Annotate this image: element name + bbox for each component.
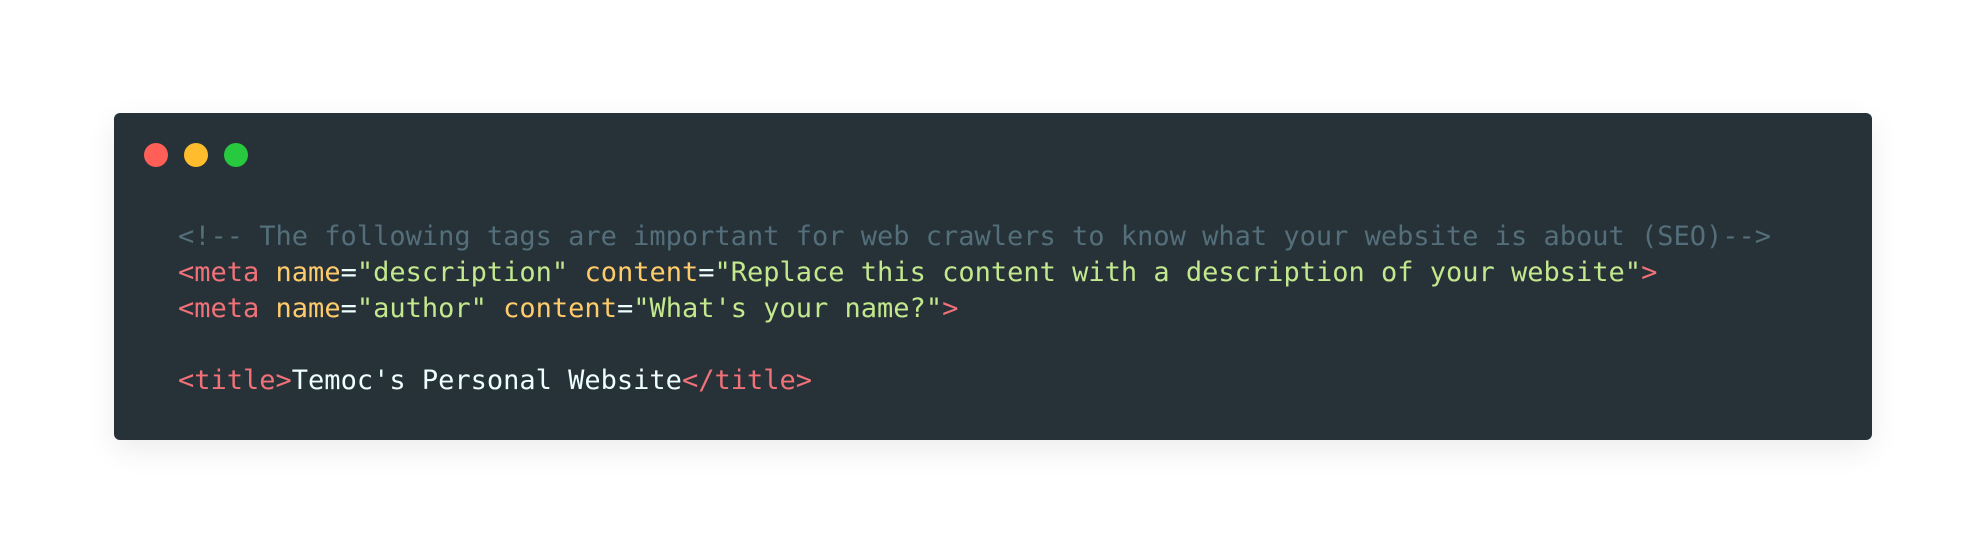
code-line-comment: <!-- The following tags are important fo… (178, 219, 1771, 255)
meta-tag-open: <meta (178, 257, 260, 288)
meta-tag-close: > (942, 293, 959, 324)
window-controls (144, 143, 248, 167)
attr-value-content: "What's your name?" (633, 293, 943, 324)
code-block: <!-- The following tags are important fo… (178, 219, 1771, 399)
attr-content: content (503, 293, 617, 324)
code-line-meta-author: <meta name="author" content="What's your… (178, 291, 1771, 327)
maximize-dot-icon[interactable] (224, 143, 248, 167)
equals-sign: = (340, 257, 357, 288)
equals-sign: = (698, 257, 715, 288)
code-line-meta-description: <meta name="description" content="Replac… (178, 255, 1771, 291)
meta-tag-open: <meta (178, 293, 260, 324)
attr-value-author: "author" (356, 293, 487, 324)
close-dot-icon[interactable] (144, 143, 168, 167)
attr-name: name (275, 293, 341, 324)
comment-text: <!-- The following tags are important fo… (178, 221, 1772, 252)
title-tag-open: <title> (178, 365, 292, 396)
page-canvas: <!-- The following tags are important fo… (0, 0, 1986, 554)
attr-content: content (584, 257, 699, 288)
title-text: Temoc's Personal Website (291, 365, 682, 396)
attr-name: name (275, 257, 341, 288)
code-window: <!-- The following tags are important fo… (114, 113, 1872, 440)
minimize-dot-icon[interactable] (184, 143, 208, 167)
equals-sign: = (340, 293, 357, 324)
code-line-title: <title>Temoc's Personal Website</title> (178, 363, 1771, 399)
attr-value-content: "Replace this content with a description… (714, 257, 1642, 288)
meta-tag-close: > (1641, 257, 1658, 288)
title-tag-close: </title> (681, 365, 812, 396)
equals-sign: = (616, 293, 634, 324)
attr-value-description: "description" (356, 257, 569, 288)
